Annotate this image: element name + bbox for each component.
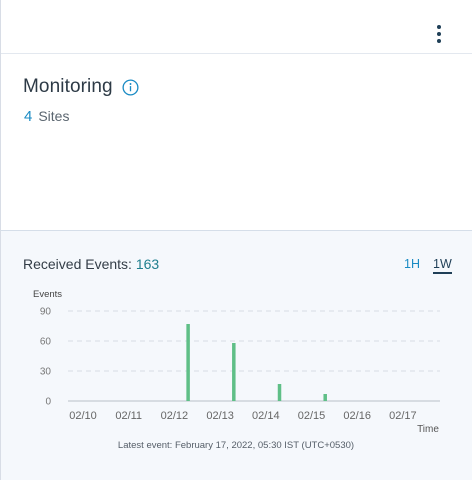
event-bar xyxy=(186,324,190,401)
x-tick-label: 02/13 xyxy=(206,410,234,422)
y-tick-label: 60 xyxy=(40,337,52,348)
sites-count[interactable]: 4 xyxy=(24,108,32,125)
y-tick-label: 0 xyxy=(45,397,51,408)
monitoring-card: Monitoring 4 Sites Received Events: 163 1… xyxy=(0,0,472,480)
y-tick-label: 90 xyxy=(40,307,52,318)
received-events-count: 163 xyxy=(135,256,160,272)
y-tick-label: 30 xyxy=(40,367,52,378)
card-title: Monitoring xyxy=(23,76,113,97)
info-icon[interactable] xyxy=(122,78,139,96)
y-axis-title: Events xyxy=(33,289,62,300)
received-events-label: Received Events: xyxy=(23,256,132,272)
range-1h-button[interactable]: 1H xyxy=(404,257,420,271)
event-bar xyxy=(277,384,282,401)
x-tick-label: 02/15 xyxy=(298,410,326,422)
event-bar xyxy=(232,343,236,401)
x-tick-label: 02/17 xyxy=(389,410,417,422)
x-axis-title: Time xyxy=(417,424,439,435)
sites-summary: 4 Sites xyxy=(24,108,69,125)
card-header: Monitoring xyxy=(23,76,139,98)
range-1w-button[interactable]: 1W xyxy=(433,257,452,274)
card-left-border xyxy=(0,0,1,230)
more-options-icon[interactable] xyxy=(430,22,448,46)
card-top-strip xyxy=(0,0,472,54)
x-tick-label: 02/10 xyxy=(69,410,97,422)
latest-event-text: Latest event: February 17, 2022, 05:30 I… xyxy=(117,440,355,451)
x-tick-label: 02/14 xyxy=(252,410,280,422)
sites-label: Sites xyxy=(38,108,70,124)
x-tick-label: 02/12 xyxy=(161,410,189,422)
events-chart: Events 0 30 60 90 02/10 02/11 02/12 02/13 02/14 02… xyxy=(33,289,440,435)
received-events: Received Events: 163 xyxy=(23,256,159,272)
x-tick-label: 02/11 xyxy=(115,410,142,422)
x-tick-label: 02/16 xyxy=(343,410,371,422)
event-bar xyxy=(323,394,327,401)
